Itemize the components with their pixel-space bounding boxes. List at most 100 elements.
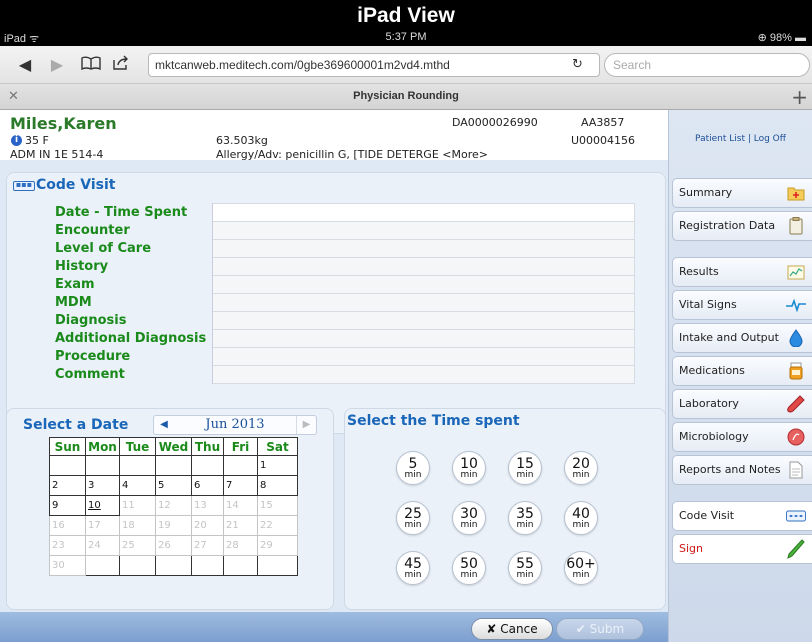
submit-button[interactable]: ✔ Subm — [556, 618, 644, 640]
bookmarks-icon[interactable] — [80, 54, 102, 76]
date-picker-panel: Select a Date ◀ Jun 2013 ▶ Sun Mon Tue Wed T… — [6, 408, 334, 610]
time-option-button[interactable]: 60+ min — [564, 551, 598, 585]
nav-medications[interactable]: Medications — [672, 356, 812, 386]
heartbeat-icon — [786, 295, 806, 315]
time-option-button[interactable]: 45 min — [396, 551, 430, 585]
action-bar: ✘ Cance ✔ Subm — [0, 612, 668, 642]
nav-reports-notes[interactable]: Reports and Notes — [672, 455, 812, 485]
time-option-button[interactable]: 15 min — [508, 451, 542, 485]
time-option-unit: min — [404, 570, 422, 580]
patient-mrn: AA3857 — [581, 116, 625, 129]
time-option-unit: min — [404, 470, 422, 480]
field-value[interactable] — [211, 347, 635, 366]
time-option-button[interactable]: 50 min — [452, 551, 486, 585]
nav-summary[interactable]: Summary — [672, 178, 812, 208]
field-value[interactable] — [211, 221, 635, 240]
time-option-value: 45 — [404, 556, 422, 572]
time-option-value: 5 — [408, 456, 418, 472]
time-option-unit: min — [516, 520, 534, 530]
calendar-day — [85, 455, 120, 476]
time-option-button[interactable]: 40 min — [564, 501, 598, 535]
calendar-day[interactable]: 4 — [119, 475, 156, 496]
time-option-unit: min — [572, 520, 590, 530]
time-option-button[interactable]: 25 min — [396, 501, 430, 535]
code-visit-row: Level of Care — [47, 239, 635, 258]
field-value[interactable] — [211, 275, 635, 294]
calendar-day[interactable]: 3 — [85, 475, 120, 496]
status-bar: iPad ᯤ 5:37 PM ⊕ 98% ▬ — [0, 31, 812, 46]
code-visit-row: Procedure — [47, 347, 635, 366]
field-value[interactable] — [211, 239, 635, 258]
nav-results[interactable]: Results — [672, 257, 812, 287]
nav-sign[interactable]: Sign — [672, 534, 812, 564]
calendar-day[interactable]: 6 — [191, 475, 224, 496]
time-option-value: 50 — [460, 556, 478, 572]
time-option-button[interactable]: 10 min — [452, 451, 486, 485]
weekday-header: Fri — [223, 437, 258, 456]
calendar-day[interactable]: 2 — [49, 475, 86, 496]
reload-icon[interactable]: ↻ — [572, 57, 583, 72]
field-value[interactable] — [211, 329, 635, 348]
calendar-day: 28 — [223, 535, 258, 556]
code-visit-row: Diagnosis — [47, 311, 635, 330]
field-value[interactable] — [211, 311, 635, 330]
field-value[interactable] — [211, 293, 635, 312]
nav-laboratory[interactable]: Laboratory — [672, 389, 812, 419]
code-visit-title: Code Visit — [36, 177, 116, 193]
share-icon[interactable] — [110, 54, 132, 76]
calendar-day[interactable]: 8 — [257, 475, 298, 496]
calendar-day: 11 — [119, 495, 156, 516]
calendar-day: 25 — [119, 535, 156, 556]
banner-title: iPad View — [0, 0, 812, 32]
time-option-value: 60+ — [566, 556, 596, 572]
weekday-header: Tue — [119, 437, 156, 456]
calendar-day[interactable]: 1 — [257, 455, 298, 476]
cancel-button[interactable]: ✘ Cance — [471, 618, 553, 640]
forward-icon[interactable]: ▶ — [46, 54, 68, 76]
field-value[interactable] — [211, 257, 635, 276]
calendar-day[interactable]: 7 — [223, 475, 258, 496]
back-icon[interactable]: ◀ — [14, 54, 36, 76]
pill-bottle-icon — [786, 361, 806, 381]
nav-registration-data[interactable]: Registration Data — [672, 211, 812, 241]
time-option-button[interactable]: 5 min — [396, 451, 430, 485]
field-value[interactable] — [211, 365, 635, 384]
patient-list-logoff-links[interactable]: Patient List | Log Off — [669, 134, 812, 144]
calendar-day[interactable]: 5 — [155, 475, 192, 496]
field-label: Encounter — [47, 221, 213, 240]
calendar-day: 17 — [85, 515, 120, 536]
calendar-day — [85, 555, 120, 576]
weekday-header: Wed — [155, 437, 192, 456]
nav-label: Sign — [679, 542, 703, 555]
time-option-button[interactable]: 30 min — [452, 501, 486, 535]
field-label: Exam — [47, 275, 213, 294]
search-input[interactable]: Search — [604, 53, 810, 77]
time-option-button[interactable]: 35 min — [508, 501, 542, 535]
calendar-day — [223, 555, 258, 576]
time-option-button[interactable]: 20 min — [564, 451, 598, 485]
new-tab-icon[interactable]: + — [791, 85, 808, 109]
nav-code-visit[interactable]: Code Visit — [672, 501, 812, 531]
calendar-day[interactable]: 9 — [49, 495, 86, 516]
calendar-week: 1 — [49, 455, 298, 476]
calendar-week: 23 24 25 26 27 28 29 — [49, 535, 298, 556]
time-option-button[interactable]: 55 min — [508, 551, 542, 585]
nav-intake-output[interactable]: Intake and Output — [672, 323, 812, 353]
calendar-day: 22 — [257, 515, 298, 536]
summary-folder-icon — [786, 183, 806, 203]
weekday-header: Sat — [257, 437, 298, 456]
calendar-day — [49, 455, 86, 476]
time-option-value: 25 — [404, 506, 422, 522]
nav-vital-signs[interactable]: Vital Signs — [672, 290, 812, 320]
field-value[interactable] — [211, 203, 635, 222]
info-icon[interactable]: i — [11, 135, 22, 146]
time-option-value: 40 — [572, 506, 590, 522]
nav-microbiology[interactable]: Microbiology — [672, 422, 812, 452]
tab-title[interactable]: Physician Rounding — [0, 90, 812, 102]
prev-month-icon[interactable]: ◀ — [154, 416, 174, 434]
next-month-icon[interactable]: ▶ — [296, 416, 316, 434]
code-visit-row: MDM — [47, 293, 635, 312]
calendar-day[interactable]: 10 — [85, 495, 120, 516]
address-bar[interactable]: mktcanweb.meditech.com/0gbe369600001m2vd… — [148, 53, 600, 77]
nav-label: Registration Data — [679, 219, 776, 232]
